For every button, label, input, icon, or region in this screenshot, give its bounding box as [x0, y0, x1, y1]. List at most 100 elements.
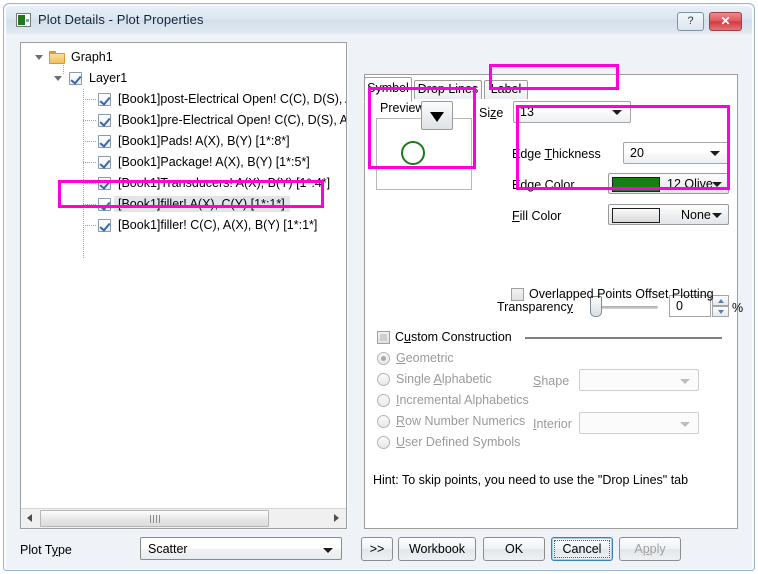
edge-thickness-value: 20 [630, 146, 644, 160]
scrollbar-thumb[interactable] [40, 510, 269, 527]
plot-tree-panel: Graph1 Layer1 [20, 42, 347, 529]
scroll-right-button[interactable] [328, 509, 345, 528]
symbol-gallery-button[interactable] [421, 101, 453, 130]
tree-node-label: [Book1]filler! C(C), A(X), B(Y) [1*:1*] [118, 218, 317, 232]
plot-type-value: Scatter [148, 542, 188, 556]
tree-guide-branch [83, 99, 97, 100]
title-bar: Plot Details - Plot Properties ? ✕ [6, 6, 752, 34]
edge-color-dropdown[interactable]: 12 Olive [608, 173, 729, 194]
tree-node-plot-pre-electrical-open[interactable]: [Book1]pre-Electrical Open! C(C), D(S), … [21, 110, 346, 131]
stepper-down-button[interactable] [712, 306, 729, 317]
transparency-label: Transparency [497, 300, 573, 314]
fill-color-dropdown[interactable]: None [608, 204, 729, 225]
shape-label: Shape [533, 374, 569, 388]
chevron-down-icon [712, 213, 722, 218]
tree-node-plot-filler-2[interactable]: [Book1]filler! C(C), A(X), B(Y) [1*:1*] [21, 215, 346, 236]
chevron-down-icon [680, 379, 690, 384]
shape-dropdown[interactable] [579, 369, 699, 391]
fill-color-label: Fill Color [512, 209, 561, 223]
radio-row-number-numerics-label: Row Number Numerics [396, 414, 525, 428]
radio-single-alphabetic[interactable] [377, 373, 390, 386]
edge-thickness-dropdown[interactable]: 20 [623, 142, 729, 164]
tree-node-label: Graph1 [71, 50, 113, 64]
folder-icon [49, 51, 65, 64]
tree-node-plot-post-electrical-open[interactable]: [Book1]post-Electrical Open! C(C), D(S),… [21, 89, 346, 110]
scroll-left-button[interactable] [22, 509, 39, 528]
tree-node-label: [Book1]Pads! A(X), B(Y) [1*:8*] [118, 134, 290, 148]
apply-button[interactable]: Apply [619, 537, 681, 561]
tree-node-checkbox[interactable] [98, 198, 111, 211]
interior-dropdown[interactable] [579, 412, 699, 434]
radio-incremental-alphabetics-label: Incremental Alphabetics [396, 393, 529, 407]
tree-guide-branch [83, 120, 97, 121]
tree-node-checkbox[interactable] [98, 219, 111, 232]
tab-drop-lines[interactable]: Drop Lines [414, 80, 482, 99]
stepper-up-button[interactable] [712, 295, 729, 306]
tree-node-label: [Book1]Transducers! A(X), B(Y) [1*:4*] [118, 176, 330, 190]
symbol-preview-circle [401, 141, 425, 165]
plot-tree: Graph1 Layer1 [21, 47, 346, 236]
close-icon[interactable]: ✕ [709, 12, 742, 31]
chevron-down-icon [430, 112, 444, 122]
tree-node-graph1[interactable]: Graph1 [21, 47, 346, 68]
expander-icon[interactable] [54, 76, 62, 81]
transparency-unit: % [732, 301, 743, 315]
fill-color-value: None [681, 208, 711, 222]
ok-button[interactable]: OK [483, 537, 545, 561]
transparency-slider-track[interactable] [596, 306, 658, 309]
plot-type-dropdown[interactable]: Scatter [140, 537, 342, 560]
tree-node-checkbox[interactable] [69, 72, 82, 85]
radio-user-defined-symbols-label: User Defined Symbols [396, 435, 520, 449]
transparency-stepper[interactable] [712, 295, 729, 317]
custom-construction-label: Custom Construction [395, 330, 512, 344]
client-area: Graph1 Layer1 [6, 34, 752, 569]
edge-color-value: 12 Olive [667, 177, 713, 191]
plot-icon [16, 13, 31, 27]
transparency-value: 0 [676, 299, 683, 313]
size-dropdown[interactable]: 13 [513, 101, 631, 123]
radio-geometric-label: Geometric [396, 351, 454, 365]
hint-text: Hint: To skip points, you need to use th… [373, 473, 688, 487]
tree-node-label: [Book1]Package! A(X), B(Y) [1*:5*] [118, 155, 310, 169]
cancel-button[interactable]: Cancel [551, 537, 613, 561]
tree-scroll-pane[interactable]: Graph1 Layer1 [21, 43, 346, 508]
chevron-down-icon [712, 182, 722, 187]
radio-row-number-numerics[interactable] [377, 415, 390, 428]
window-title: Plot Details - Plot Properties [38, 12, 204, 27]
size-value: 13 [520, 105, 534, 119]
tree-node-checkbox[interactable] [98, 93, 111, 106]
radio-incremental-alphabetics[interactable] [377, 394, 390, 407]
workbook-button[interactable]: Workbook [398, 537, 476, 561]
expand-button[interactable]: >> [361, 537, 393, 561]
overlapped-points-checkbox[interactable] [511, 288, 524, 301]
tab-label[interactable]: Label [484, 80, 528, 99]
size-label: Size [479, 106, 503, 120]
tree-node-checkbox[interactable] [98, 177, 111, 190]
tree-horizontal-scrollbar[interactable] [21, 508, 346, 528]
tree-node-label: Layer1 [89, 71, 127, 85]
symbol-tab-content: Preview Size 13 Edge Thickness 20 [364, 98, 738, 529]
expander-icon[interactable] [35, 55, 43, 60]
plot-type-label: Plot Type [20, 543, 72, 557]
screenshot-root: Plot Details - Plot Properties ? ✕ [0, 0, 758, 574]
tree-node-plot-package[interactable]: [Book1]Package! A(X), B(Y) [1*:5*] [21, 152, 346, 173]
tree-node-plot-filler-selected[interactable]: [Book1]filler! A(X), C(Y) [1*:1*] [21, 194, 346, 215]
tree-guide-branch [83, 225, 97, 226]
tree-node-layer1[interactable]: Layer1 [21, 68, 346, 89]
plot-details-window: Plot Details - Plot Properties ? ✕ [3, 3, 755, 571]
chevron-down-icon [680, 422, 690, 427]
tree-node-checkbox[interactable] [98, 156, 111, 169]
help-button[interactable]: ? [677, 12, 704, 31]
tab-symbol[interactable]: Symbol [364, 77, 412, 102]
tree-node-plot-transducers[interactable]: [Book1]Transducers! A(X), B(Y) [1*:4*] [21, 173, 346, 194]
radio-geometric[interactable] [377, 352, 390, 365]
tree-node-checkbox[interactable] [98, 114, 111, 127]
tree-node-checkbox[interactable] [98, 135, 111, 148]
radio-user-defined-symbols[interactable] [377, 436, 390, 449]
custom-construction-checkbox[interactable] [377, 331, 390, 344]
tree-node-plot-pads[interactable]: [Book1]Pads! A(X), B(Y) [1*:8*] [21, 131, 346, 152]
edge-color-swatch [612, 177, 660, 192]
tree-guide-branch [83, 204, 97, 205]
edge-thickness-label: Edge Thickness [512, 147, 601, 161]
section-divider [525, 337, 722, 339]
